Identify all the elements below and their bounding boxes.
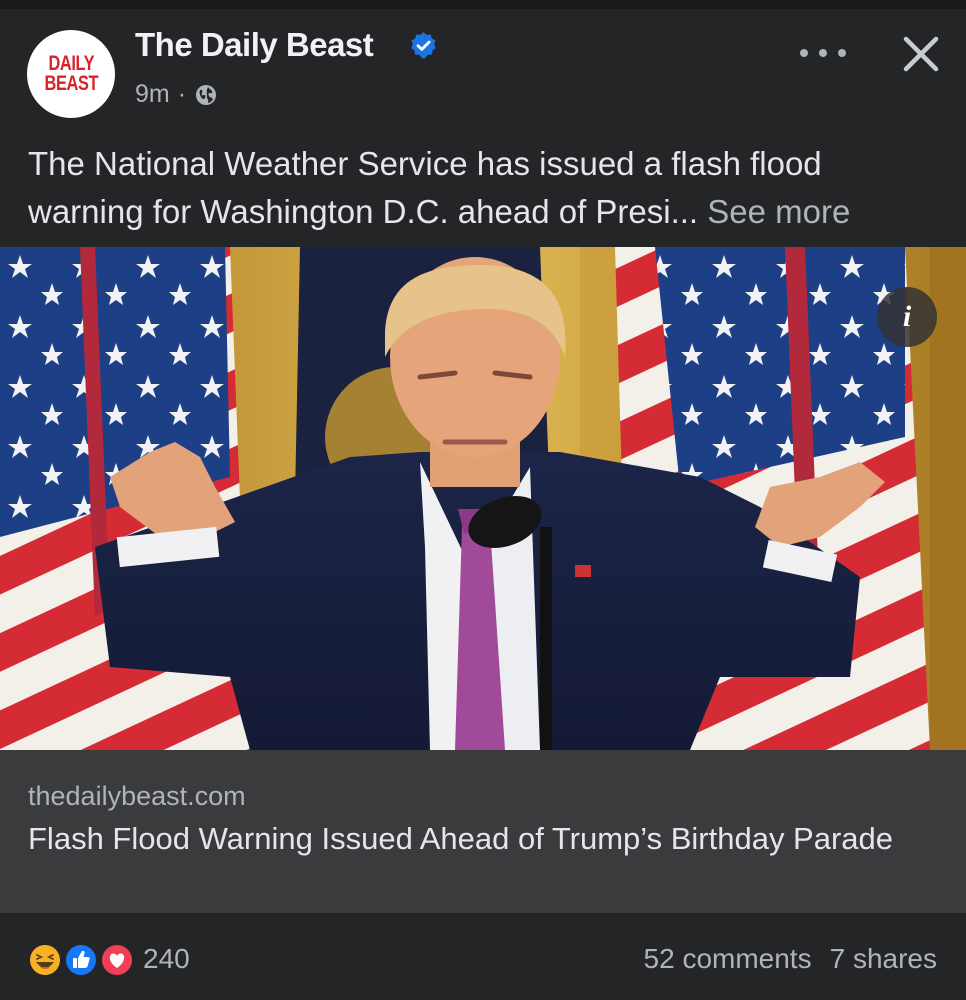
caption-text: The National Weather Service has issued … (28, 145, 822, 230)
reaction-count[interactable]: 240 (143, 943, 190, 975)
avatar-logo-line-2: BEAST (44, 72, 98, 95)
shares-count[interactable]: 7 shares (830, 943, 937, 975)
post-timestamp[interactable]: 9m (135, 80, 170, 109)
engagement-stats: 52 comments 7 shares (644, 943, 937, 975)
info-button[interactable]: i (877, 287, 937, 347)
see-more-link[interactable]: See more (707, 193, 850, 230)
more-options-icon[interactable] (800, 38, 846, 68)
haha-reaction-icon (26, 941, 64, 979)
link-title[interactable]: Flash Flood Warning Issued Ahead of Trum… (28, 818, 928, 860)
like-reaction-icon (62, 941, 100, 979)
page-name-link[interactable]: The Daily Beast (135, 26, 374, 64)
comments-count[interactable]: 52 comments (644, 943, 812, 975)
close-icon[interactable] (900, 33, 942, 75)
more-dot (800, 49, 808, 57)
link-domain: thedailybeast.com (28, 781, 246, 811)
post-meta: 9m · (135, 80, 218, 109)
page-avatar[interactable]: DAILY BEAST (27, 30, 115, 118)
post-caption: The National Weather Service has issued … (28, 140, 938, 236)
verified-badge-icon (411, 32, 436, 59)
post-photo[interactable] (0, 247, 966, 750)
more-dot (819, 49, 827, 57)
globe-icon (196, 84, 217, 105)
reaction-summary[interactable] (26, 941, 136, 979)
love-reaction-icon (98, 941, 136, 979)
meta-separator: · (177, 80, 187, 108)
avatar-logo-line-1: DAILY (48, 52, 94, 75)
more-dot (838, 49, 846, 57)
status-strip (0, 0, 966, 9)
photo-illustration (0, 247, 966, 750)
